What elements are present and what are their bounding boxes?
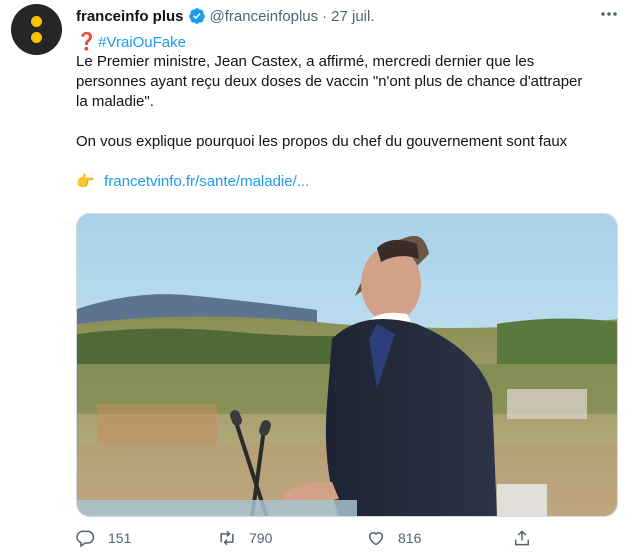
tweet-image[interactable] xyxy=(76,213,618,517)
author-handle[interactable]: @franceinfoplus xyxy=(210,8,319,25)
hashtag-line: ❓ #VraiOuFake xyxy=(76,32,624,52)
author-name[interactable]: franceinfo plus xyxy=(76,8,184,25)
verified-badge-icon xyxy=(188,8,205,24)
text-line: Le Premier ministre, Jean Castex, a affi… xyxy=(76,53,535,70)
tweet-date[interactable]: 27 juil. xyxy=(331,8,374,25)
question-mark-icon: ❓ xyxy=(76,32,98,51)
text-line: personnes ayant reçu deux doses de vacci… xyxy=(76,73,583,90)
reply-count: 151 xyxy=(108,530,132,546)
text-line: On vous explique pourquoi les propos du … xyxy=(76,133,568,150)
tweet-text: ❓ #VraiOuFake Le Premier ministre, Jean … xyxy=(76,32,624,192)
link-line: 👉 francetvinfo.fr/sante/maladie/... xyxy=(76,172,624,192)
retweet-button[interactable]: 790 xyxy=(217,528,272,548)
more-icon xyxy=(601,12,617,16)
photo-jean-castex xyxy=(77,214,617,516)
article-link[interactable]: francetvinfo.fr/sante/maladie/... xyxy=(104,173,309,190)
reply-button[interactable]: 151 xyxy=(76,528,131,548)
tweet[interactable]: franceinfo plus @franceinfoplus · 27 jui… xyxy=(0,0,640,553)
like-button[interactable]: 816 xyxy=(366,528,421,548)
separator-dot: · xyxy=(322,7,328,25)
heart-icon xyxy=(368,532,384,546)
tweet-header: franceinfo plus @franceinfoplus · 27 jui… xyxy=(76,6,375,26)
share-button[interactable] xyxy=(512,528,532,548)
retweet-icon xyxy=(220,530,234,546)
pointing-hand-icon: 👉 xyxy=(76,173,95,190)
tweet-actions: 151 790 816 xyxy=(76,528,624,552)
logo-dot xyxy=(31,16,42,27)
avatar[interactable] xyxy=(11,4,62,55)
more-options-button[interactable] xyxy=(597,4,621,24)
text-line: la maladie". xyxy=(76,93,154,110)
share-icon xyxy=(515,530,529,546)
retweet-count: 790 xyxy=(249,530,273,546)
like-count: 816 xyxy=(398,530,422,546)
logo-dot xyxy=(31,32,42,43)
reply-icon xyxy=(76,530,95,548)
hashtag-link[interactable]: #VraiOuFake xyxy=(98,34,186,51)
